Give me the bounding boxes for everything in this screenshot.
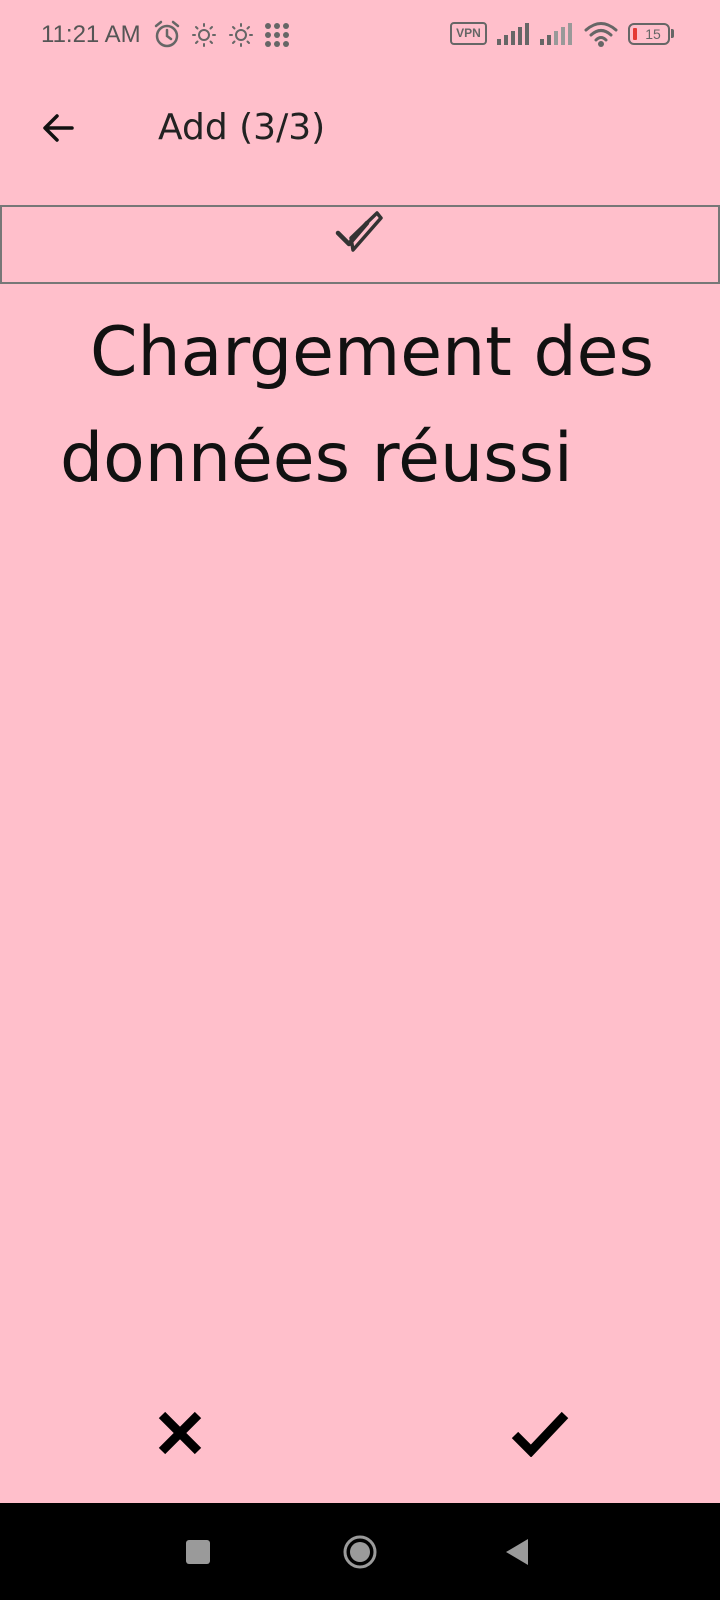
arrow-left-icon <box>43 114 74 142</box>
battery-level: 15 <box>645 26 661 42</box>
status-time: 11:21 AM <box>41 21 141 48</box>
wifi-icon <box>584 22 618 47</box>
brightness-icon <box>229 23 253 47</box>
back-icon[interactable] <box>504 1537 530 1567</box>
status-message: Chargement des données réussi <box>60 313 654 498</box>
signal-icon <box>497 23 529 45</box>
home-icon[interactable] <box>343 1535 377 1569</box>
cancel-button[interactable] <box>145 1398 215 1468</box>
battery-nub <box>671 29 674 38</box>
battery-fill <box>633 28 637 40</box>
alarm-icon <box>154 20 180 48</box>
check-icon <box>511 1411 569 1457</box>
close-icon <box>158 1411 202 1455</box>
brightness-icon <box>192 23 216 47</box>
apps-grid-icon <box>265 23 289 47</box>
recent-apps-icon[interactable] <box>186 1540 210 1564</box>
page-title: Add (3/3) <box>158 107 326 148</box>
double-check-icon <box>335 211 383 252</box>
vpn-icon: VPN <box>450 22 487 45</box>
signal-icon <box>540 23 572 45</box>
confirm-button[interactable] <box>505 1398 575 1468</box>
back-button[interactable] <box>30 100 86 156</box>
